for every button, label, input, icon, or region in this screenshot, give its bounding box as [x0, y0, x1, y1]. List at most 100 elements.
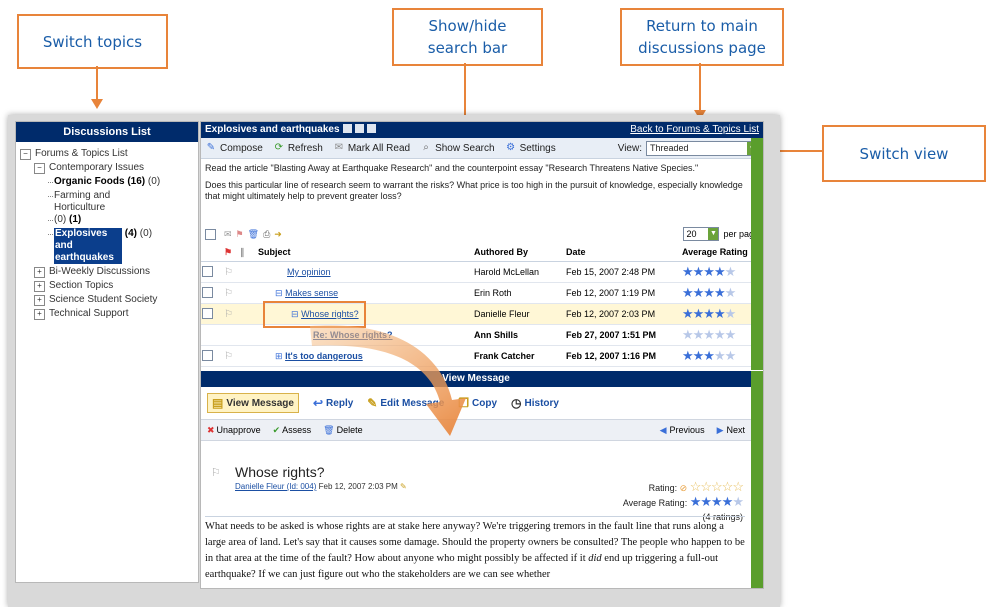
show-search-button[interactable]: ⌕ Show Search	[420, 142, 494, 154]
callout-switch-topics: Switch topics	[17, 14, 168, 69]
message-grid-toolbar: ✉ ⚑ 🗑 ⎙ ➜ 20 ▼ per page	[201, 225, 763, 243]
mark-all-read-label: Mark All Read	[347, 142, 411, 154]
tree-item-organic-foods[interactable]: Organic Foods (16) (0)	[20, 176, 198, 188]
settings-button[interactable]: ⚙ Settings	[505, 142, 556, 154]
flag-icon[interactable]: ⚐	[224, 267, 233, 278]
message-body: What needs to be asked is whose rights a…	[205, 516, 745, 583]
message-body-emphasis: did	[588, 553, 602, 564]
select-all-checkbox[interactable]	[205, 228, 216, 240]
date-cell: Feb 27, 2007 1:51 PM	[565, 324, 681, 346]
callout-text: Return to main	[646, 17, 758, 35]
callout-arrow	[96, 66, 98, 100]
author-cell: Frank Catcher	[473, 345, 565, 367]
message-nav: ◀ Previous ▶ Next	[654, 425, 751, 436]
previous-button[interactable]: ◀ Previous	[660, 425, 705, 436]
per-page-value: 20	[686, 229, 697, 239]
tab-history[interactable]: ◷ History	[511, 396, 559, 410]
tree-item-technical-support[interactable]: + Technical Support	[20, 308, 198, 320]
mark-all-read-button[interactable]: ✉ Mark All Read	[333, 142, 410, 154]
callout-switch-view: Switch view	[822, 125, 986, 182]
callout-arrowhead	[91, 99, 103, 109]
date-cell: Feb 15, 2007 2:48 PM	[565, 261, 681, 283]
tree-item-label: Technical Support	[49, 308, 129, 319]
date-cell: Feb 12, 2007 1:19 PM	[565, 282, 681, 304]
column-header-date[interactable]: Date	[565, 243, 681, 262]
flag-icon[interactable]: ⚐	[224, 309, 233, 320]
author-link[interactable]: Danielle Fleur (Id: 004)	[235, 482, 316, 491]
tree-item-extra: (1)	[69, 214, 82, 225]
avg-rating-label: Average Rating:	[622, 498, 688, 508]
tree-item-explosives[interactable]: Explosives and earthquakes (4) (0)	[20, 228, 198, 264]
edit-icon[interactable]: ✎	[400, 482, 407, 491]
expand-icon[interactable]: +	[34, 309, 45, 320]
mark-read-icon[interactable]: ✉	[224, 229, 232, 240]
history-icon: ◷	[511, 396, 522, 410]
tree-item-science-student[interactable]: + Science Student Society	[20, 294, 198, 306]
expand-icon[interactable]: +	[34, 281, 45, 292]
compose-label: Compose	[220, 142, 263, 154]
per-page-select[interactable]: 20 ▼	[683, 227, 720, 241]
table-row[interactable]: ⚐ My opinion Harold McLellan Feb 15, 200…	[201, 261, 761, 283]
tree-item-forums-topics[interactable]: − Forums & Topics List	[20, 148, 198, 160]
discussions-list-title: Discussions List	[16, 122, 198, 142]
callout-show-hide-search: Show/hide search bar	[392, 8, 543, 66]
rate-stars[interactable]: ☆☆☆☆☆	[690, 479, 744, 494]
row-checkbox[interactable]	[202, 286, 213, 298]
view-label: View:	[617, 142, 642, 154]
mark-read-icon: ✉	[334, 142, 344, 153]
flag-icon[interactable]: ⚑	[236, 229, 244, 240]
flag-icon[interactable]: ⚐	[211, 466, 221, 479]
arrow-right-icon: ▶	[716, 424, 724, 435]
tree-item-contemporary-issues[interactable]: − Contemporary Issues	[20, 162, 198, 174]
tab-label: History	[524, 397, 559, 409]
topic-tree: − Forums & Topics List − Contemporary Issu…	[16, 142, 198, 320]
rating-label: Rating:	[648, 483, 678, 493]
star-rating: ★★★★★	[682, 306, 736, 321]
previous-label: Previous	[669, 425, 705, 435]
tree-view-icon[interactable]	[342, 124, 352, 133]
grid-scrollbar[interactable]	[751, 138, 763, 370]
flat-view-icon[interactable]	[354, 124, 364, 133]
row-checkbox[interactable]	[202, 307, 213, 319]
flag-icon[interactable]: ⚐	[224, 351, 233, 362]
tree-item-farming[interactable]: Farming and Horticulture	[20, 190, 198, 214]
tree-item-label: Science Student Society	[49, 294, 158, 305]
expand-icon[interactable]: +	[34, 267, 45, 278]
column-header-author[interactable]: Authored By	[473, 243, 565, 262]
move-icon[interactable]: ➜	[274, 229, 282, 240]
tree-item-label: Explosives and earthquakes	[54, 228, 122, 264]
next-button[interactable]: ▶ Next	[717, 425, 745, 436]
print-icon[interactable]: ⎙	[263, 229, 270, 240]
callout-arrow	[464, 63, 466, 117]
collapse-icon[interactable]: −	[34, 163, 45, 174]
subject-link[interactable]: My opinion	[287, 267, 331, 277]
back-to-forums-link[interactable]: Back to Forums & Topics List	[630, 122, 759, 138]
clear-rating-icon[interactable]: ⊘	[680, 483, 688, 493]
tree-item-bi-weekly[interactable]: + Bi-Weekly Discussions	[20, 266, 198, 278]
tree-item-count: (0)	[54, 214, 67, 225]
topic-header: Explosives and earthquakes Back to Forum…	[201, 122, 763, 138]
author-cell: Danielle Fleur	[473, 303, 565, 325]
view-select[interactable]: Threaded▼	[646, 140, 759, 156]
expand-icon[interactable]: +	[34, 295, 45, 306]
row-checkbox[interactable]	[202, 349, 213, 361]
tree-item-extra: (0)	[139, 228, 153, 239]
message-title: Whose rights?	[235, 464, 325, 480]
column-header-rating[interactable]: Average Rating	[681, 243, 761, 262]
column-header-subject[interactable]: Subject	[257, 243, 473, 262]
message-scrollbar[interactable]	[751, 371, 763, 588]
author-cell: Harold McLellan	[473, 261, 565, 283]
refresh-button[interactable]: ⟳ Refresh	[273, 142, 323, 154]
flag-icon[interactable]: ⚐	[224, 288, 233, 299]
compose-button[interactable]: ✎ Compose	[205, 142, 263, 154]
tree-item-section-topics[interactable]: + Section Topics	[20, 280, 198, 292]
row-checkbox[interactable]	[202, 265, 213, 277]
attachment-column-icon: ∥	[240, 246, 245, 257]
trash-icon[interactable]: 🗑	[248, 229, 259, 240]
message-header: ⚐ Whose rights? Danielle Fleur (Id: 004)…	[201, 442, 751, 522]
gear-icon: ⚙	[506, 142, 516, 153]
author-cell: Ann Shills	[473, 324, 565, 346]
refresh-icon: ⟳	[274, 142, 283, 153]
grid-view-icon[interactable]	[366, 124, 376, 133]
collapse-icon[interactable]: −	[20, 149, 31, 160]
